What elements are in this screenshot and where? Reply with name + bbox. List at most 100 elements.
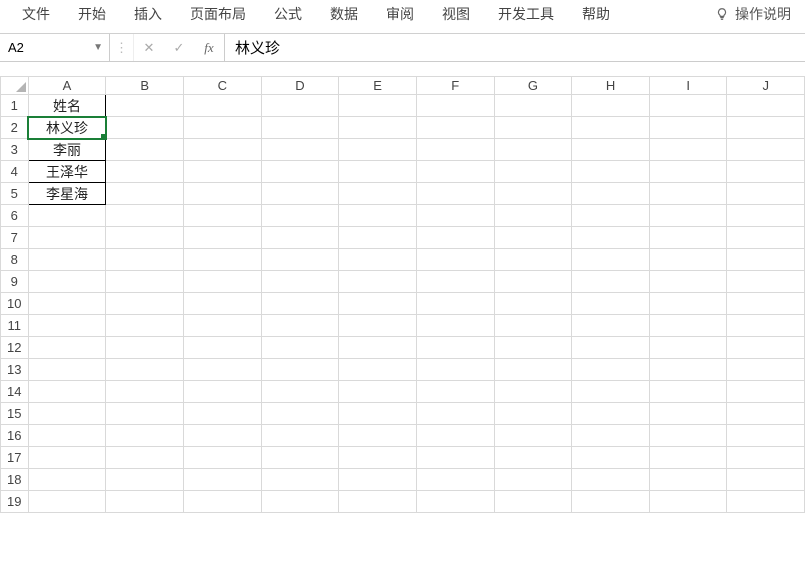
cell-G10[interactable]	[494, 293, 572, 315]
name-box-input[interactable]	[8, 40, 78, 55]
row-header-3[interactable]: 3	[1, 139, 29, 161]
cell-G3[interactable]	[494, 139, 572, 161]
cell-G13[interactable]	[494, 359, 572, 381]
column-header-G[interactable]: G	[494, 77, 572, 95]
tab-developer[interactable]: 开发工具	[484, 0, 568, 28]
cell-F10[interactable]	[416, 293, 494, 315]
cell-I6[interactable]	[649, 205, 726, 227]
cell-D18[interactable]	[261, 469, 339, 491]
cell-E10[interactable]	[339, 293, 417, 315]
cell-C7[interactable]	[184, 227, 262, 249]
cell-J8[interactable]	[727, 249, 805, 271]
cell-J11[interactable]	[727, 315, 805, 337]
cell-G15[interactable]	[494, 403, 572, 425]
cell-H1[interactable]	[572, 95, 650, 117]
tab-view[interactable]: 视图	[428, 0, 484, 28]
cell-C2[interactable]	[184, 117, 262, 139]
cell-D17[interactable]	[261, 447, 339, 469]
cell-F6[interactable]	[416, 205, 494, 227]
cell-C1[interactable]	[184, 95, 262, 117]
cell-A16[interactable]	[28, 425, 106, 447]
cell-I4[interactable]	[649, 161, 726, 183]
cell-E9[interactable]	[339, 271, 417, 293]
cell-A12[interactable]	[28, 337, 106, 359]
cell-F15[interactable]	[416, 403, 494, 425]
cell-H10[interactable]	[572, 293, 650, 315]
cell-E14[interactable]	[339, 381, 417, 403]
cell-H2[interactable]	[572, 117, 650, 139]
cell-H7[interactable]	[572, 227, 650, 249]
cell-C9[interactable]	[184, 271, 262, 293]
confirm-button[interactable]: ✓	[164, 34, 194, 61]
cell-A18[interactable]	[28, 469, 106, 491]
cell-C17[interactable]	[184, 447, 262, 469]
cell-G7[interactable]	[494, 227, 572, 249]
cell-B4[interactable]	[106, 161, 184, 183]
cell-J4[interactable]	[727, 161, 805, 183]
cell-H11[interactable]	[572, 315, 650, 337]
cell-J17[interactable]	[727, 447, 805, 469]
cell-B17[interactable]	[106, 447, 184, 469]
cell-J10[interactable]	[727, 293, 805, 315]
cell-H3[interactable]	[572, 139, 650, 161]
cell-F13[interactable]	[416, 359, 494, 381]
cell-G5[interactable]	[494, 183, 572, 205]
cell-F7[interactable]	[416, 227, 494, 249]
cell-C5[interactable]	[184, 183, 262, 205]
cell-A10[interactable]	[28, 293, 106, 315]
cell-I3[interactable]	[649, 139, 726, 161]
cell-J2[interactable]	[727, 117, 805, 139]
cell-B3[interactable]	[106, 139, 184, 161]
cell-E16[interactable]	[339, 425, 417, 447]
cell-B12[interactable]	[106, 337, 184, 359]
formula-input[interactable]	[224, 34, 805, 61]
cell-E4[interactable]	[339, 161, 417, 183]
cell-D1[interactable]	[261, 95, 339, 117]
cell-J15[interactable]	[727, 403, 805, 425]
cell-G6[interactable]	[494, 205, 572, 227]
cell-G14[interactable]	[494, 381, 572, 403]
cell-I8[interactable]	[649, 249, 726, 271]
cell-B6[interactable]	[106, 205, 184, 227]
cell-I1[interactable]	[649, 95, 726, 117]
cell-J14[interactable]	[727, 381, 805, 403]
cell-D6[interactable]	[261, 205, 339, 227]
cell-H8[interactable]	[572, 249, 650, 271]
row-header-6[interactable]: 6	[1, 205, 29, 227]
cell-D15[interactable]	[261, 403, 339, 425]
tab-insert[interactable]: 插入	[120, 0, 176, 28]
cell-C15[interactable]	[184, 403, 262, 425]
cell-I13[interactable]	[649, 359, 726, 381]
tab-help[interactable]: 帮助	[568, 0, 624, 28]
cell-D2[interactable]	[261, 117, 339, 139]
cell-E5[interactable]	[339, 183, 417, 205]
cell-G12[interactable]	[494, 337, 572, 359]
cell-B14[interactable]	[106, 381, 184, 403]
row-header-8[interactable]: 8	[1, 249, 29, 271]
cell-G2[interactable]	[494, 117, 572, 139]
cell-B5[interactable]	[106, 183, 184, 205]
name-box[interactable]: ▼	[0, 34, 110, 61]
cell-F17[interactable]	[416, 447, 494, 469]
cell-G19[interactable]	[494, 491, 572, 513]
cell-E11[interactable]	[339, 315, 417, 337]
cell-C18[interactable]	[184, 469, 262, 491]
cell-E8[interactable]	[339, 249, 417, 271]
fx-button[interactable]: fx	[194, 34, 224, 61]
cell-A7[interactable]	[28, 227, 106, 249]
cell-H17[interactable]	[572, 447, 650, 469]
cell-I19[interactable]	[649, 491, 726, 513]
cell-D11[interactable]	[261, 315, 339, 337]
cell-J12[interactable]	[727, 337, 805, 359]
select-all-corner[interactable]	[1, 77, 29, 95]
cell-E7[interactable]	[339, 227, 417, 249]
cell-F5[interactable]	[416, 183, 494, 205]
cell-C10[interactable]	[184, 293, 262, 315]
cell-I16[interactable]	[649, 425, 726, 447]
cell-I15[interactable]	[649, 403, 726, 425]
cell-J18[interactable]	[727, 469, 805, 491]
cell-I10[interactable]	[649, 293, 726, 315]
cell-E3[interactable]	[339, 139, 417, 161]
cell-E13[interactable]	[339, 359, 417, 381]
cell-G9[interactable]	[494, 271, 572, 293]
